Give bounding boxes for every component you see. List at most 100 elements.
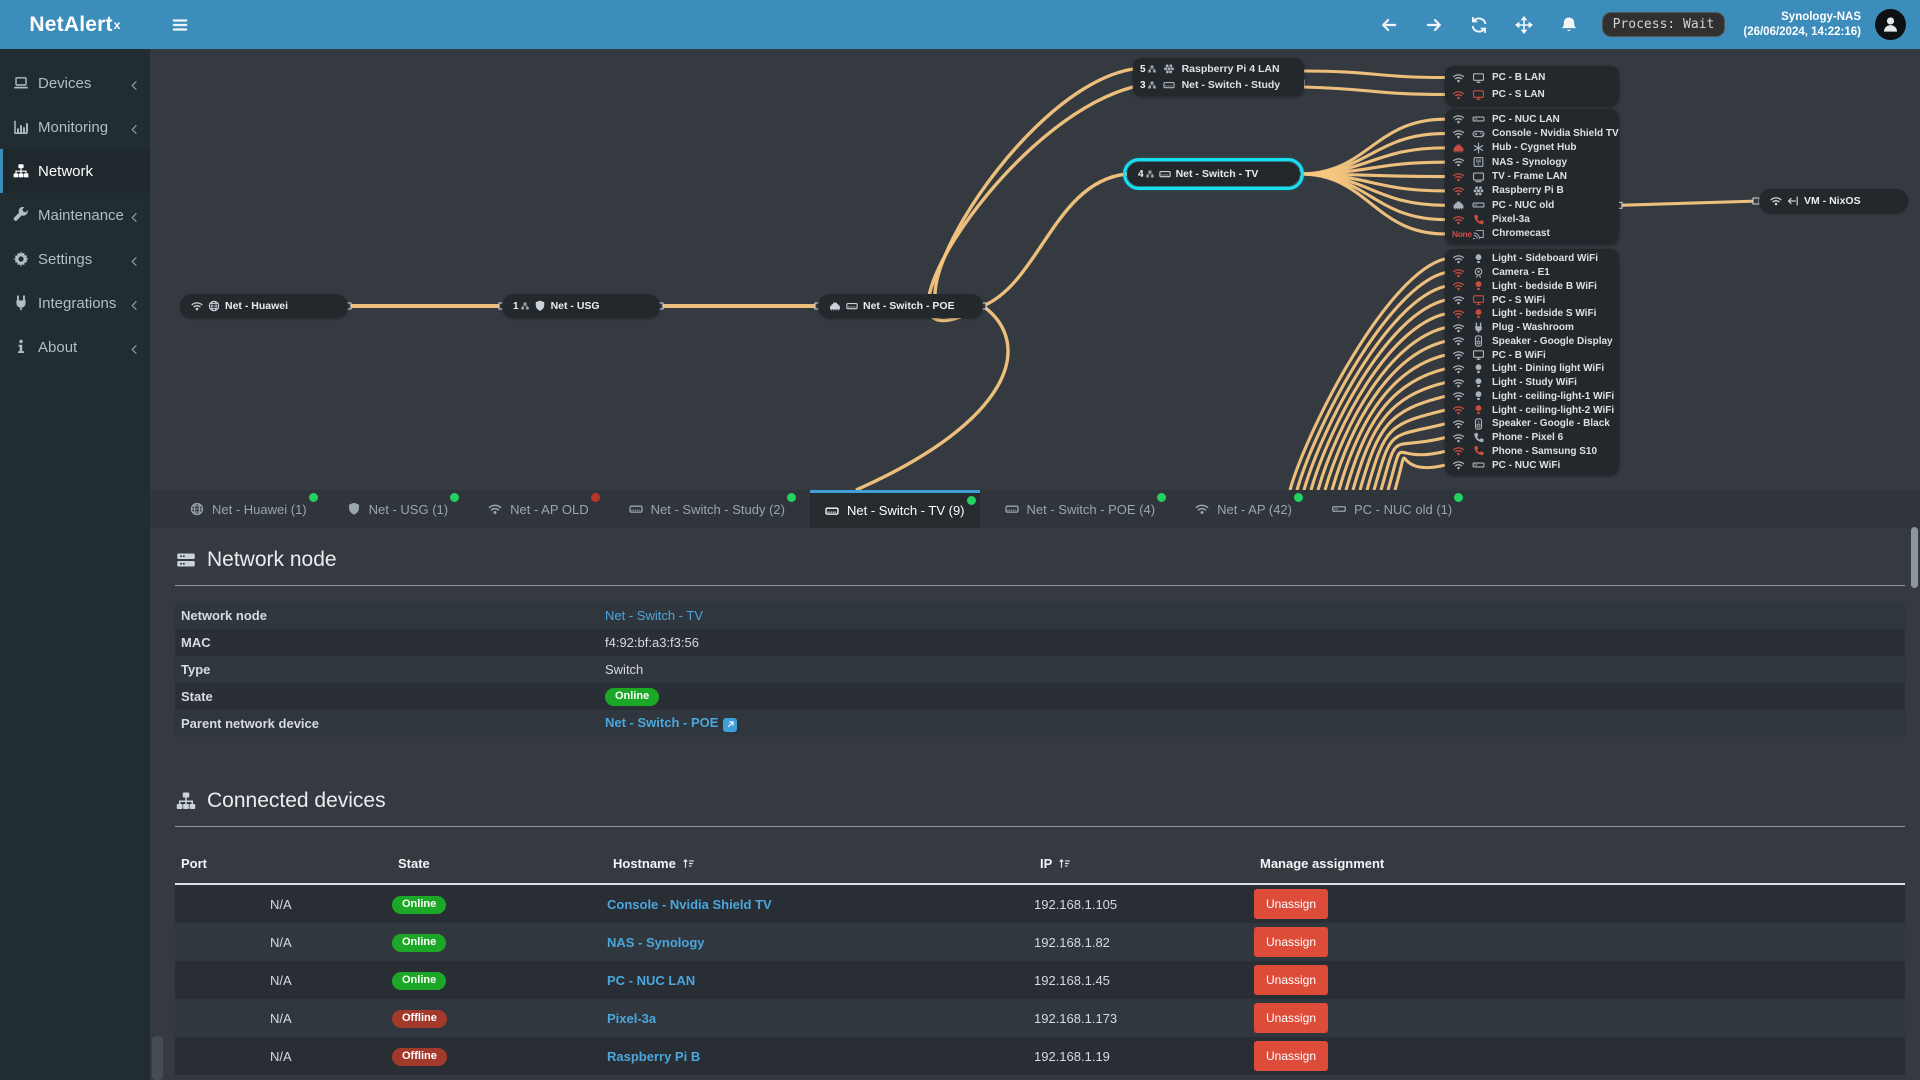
device-row-phone-pixel-6[interactable]: Phone - Pixel 6: [1452, 431, 1612, 445]
device-row-raspberry-pi-b[interactable]: Raspberry Pi B: [1452, 184, 1612, 198]
sidebar-item-maintenance[interactable]: Maintenance: [0, 193, 150, 237]
device-row-pc-nuc-wifi[interactable]: PC - NUC WiFi: [1452, 458, 1612, 472]
sidebar-toggle-button[interactable]: [160, 0, 200, 49]
device-row-chromecast[interactable]: None Chromecast: [1452, 227, 1612, 241]
minipc-icon: [1472, 199, 1485, 211]
forward-arrow-icon[interactable]: [1425, 16, 1443, 34]
device-row-light-study-wifi[interactable]: Light - Study WiFi: [1452, 376, 1612, 390]
device-row-pc-b-lan[interactable]: PC - B LAN: [1452, 69, 1612, 86]
device-row-light-bedside-s-wifi[interactable]: Light - bedside S WiFi: [1452, 307, 1612, 321]
wifi-icon: [1452, 253, 1465, 265]
device-row-pc-s-wifi[interactable]: PC - S WiFi: [1452, 293, 1612, 307]
ip-cell: 192.168.1.105: [1034, 896, 1118, 912]
unassign-button[interactable]: Unassign: [1254, 965, 1329, 995]
tab-net-ap-42-[interactable]: Net - AP (42): [1180, 490, 1307, 528]
refresh-icon[interactable]: [1470, 16, 1488, 34]
sidebar-item-integrations[interactable]: Integrations: [0, 281, 150, 325]
unassign-button[interactable]: Unassign: [1254, 927, 1329, 957]
topology-node-raspberry-pi-4-lan[interactable]: 5 Raspberry Pi 4 LAN: [1140, 61, 1297, 77]
device-row-light-sideboard-wifi[interactable]: Light - Sideboard WiFi: [1452, 252, 1612, 266]
back-arrow-icon[interactable]: [1380, 16, 1398, 34]
device-row-pc-nuc-lan[interactable]: PC - NUC LAN: [1452, 112, 1612, 126]
column-header-ip[interactable]: IP: [1034, 856, 1254, 871]
tab-net-ap-old[interactable]: Net - AP OLD: [473, 490, 604, 528]
app-logo[interactable]: NetAlert x: [0, 0, 150, 49]
device-row-pc-b-wifi[interactable]: PC - B WiFi: [1452, 348, 1612, 362]
topology-node-net-switch-poe[interactable]: Net - Switch - POE: [818, 294, 983, 318]
child-count-badge: 5: [1140, 64, 1156, 75]
unassign-button[interactable]: Unassign: [1254, 889, 1329, 919]
devices-table-header: Port State Hostname IP Manage assignment: [175, 843, 1905, 885]
device-label: Light - bedside B WiFi: [1492, 280, 1597, 292]
device-label: NAS - Synology: [1492, 156, 1568, 168]
top-bar: NetAlert x Process: Wait Synology-NAS (26…: [0, 0, 1920, 49]
device-row-phone-samsung-s10[interactable]: Phone - Samsung S10: [1452, 445, 1612, 459]
bell-icon[interactable]: [1560, 16, 1578, 34]
device-row-speaker-google-black[interactable]: Speaker - Google - Black: [1452, 417, 1612, 431]
chevron-left-icon: [129, 254, 140, 266]
bulb-icon: [1472, 377, 1485, 389]
port-cell: N/A: [270, 1048, 292, 1064]
tab-net-switch-study-2-[interactable]: Net - Switch - Study (2): [614, 490, 800, 528]
topology-node-net-usg[interactable]: 1 Net - USG: [502, 294, 660, 318]
device-row-nas-synology[interactable]: NAS - Synology: [1452, 155, 1612, 169]
column-label: Port: [181, 855, 207, 871]
status-dot-green: [966, 496, 976, 505]
sidebar-item-label: Monitoring: [38, 118, 109, 136]
wifi-icon: [1452, 418, 1465, 430]
hostname-link[interactable]: Console - Nvidia Shield TV: [607, 897, 772, 912]
sidebar-item-settings[interactable]: Settings: [0, 237, 150, 281]
topology-node-net-huawei[interactable]: Net - Huawei: [180, 294, 348, 318]
hostname-link[interactable]: PC - NUC LAN: [607, 973, 695, 988]
sort-icon[interactable]: [1058, 857, 1071, 870]
device-row-hub-cygnet-hub[interactable]: Hub - Cygnet Hub: [1452, 141, 1612, 155]
detail-link[interactable]: Net - Switch - TV: [605, 608, 703, 623]
topology-node-net-switch-study[interactable]: 3 Net - Switch - Study: [1140, 77, 1297, 93]
monitor-icon: [1472, 349, 1485, 361]
device-row-light-ceiling-light-2-wifi[interactable]: Light - ceiling-light-2 WiFi: [1452, 403, 1615, 417]
tab-net-usg-1-[interactable]: Net - USG (1): [332, 490, 463, 528]
device-row-pixel-3a[interactable]: Pixel-3a: [1452, 212, 1612, 226]
device-label: PC - S WiFi: [1492, 294, 1546, 306]
external-link-icon[interactable]: [723, 717, 738, 732]
sidebar-item-devices[interactable]: Devices: [0, 61, 150, 105]
device-row-speaker-google-display[interactable]: Speaker - Google Display: [1452, 335, 1613, 349]
device-row-light-ceiling-light-1-wifi[interactable]: Light - ceiling-light-1 WiFi: [1452, 390, 1614, 404]
device-row-pc-nuc-old[interactable]: PC - NUC old: [1452, 198, 1612, 212]
hostname-link[interactable]: NAS - Synology: [607, 935, 705, 950]
detail-link[interactable]: Net - Switch - POE: [605, 715, 718, 730]
hostname-link[interactable]: Raspberry Pi B: [607, 1049, 700, 1064]
device-row-pc-s-lan[interactable]: PC - S LAN: [1452, 86, 1612, 103]
device-row-console-nvidia-shield-tv[interactable]: Console - Nvidia Shield TV: [1452, 126, 1619, 140]
device-row-light-bedside-b-wifi[interactable]: Light - bedside B WiFi: [1452, 280, 1612, 294]
sidebar-item-about[interactable]: About: [0, 325, 150, 369]
tab-net-huawei-1-[interactable]: Net - Huawei (1): [175, 490, 322, 528]
wifi-icon: [191, 300, 203, 312]
move-icon[interactable]: [1514, 15, 1533, 34]
unassign-button[interactable]: Unassign: [1254, 1041, 1329, 1071]
tab-net-switch-poe-4-[interactable]: Net - Switch - POE (4): [990, 490, 1171, 528]
device-row-light-dining-light-wifi[interactable]: Light - Dining light WiFi: [1452, 362, 1612, 376]
sort-icon[interactable]: [682, 857, 695, 870]
device-row-tv-frame-lan[interactable]: TV - Frame LAN: [1452, 169, 1612, 183]
unassign-button[interactable]: Unassign: [1254, 1003, 1329, 1033]
node-label: Net - Switch - Study: [1181, 79, 1281, 91]
hostname-link[interactable]: Pixel-3a: [607, 1011, 656, 1026]
wifi-icon: [488, 502, 502, 516]
device-row-plug-washroom[interactable]: Plug - Washroom: [1452, 321, 1612, 335]
state-badge: Offline: [392, 1047, 447, 1066]
content-scrollbar-thumb[interactable]: [152, 1036, 163, 1080]
detail-label: MAC: [181, 635, 211, 650]
topology-node-net-switch-tv[interactable]: 4 Net - Switch - TV: [1123, 158, 1304, 190]
device-label: Light - Sideboard WiFi: [1492, 253, 1599, 265]
sidebar-item-network[interactable]: Network: [0, 149, 150, 193]
device-label: Light - ceiling-light-2 WiFi: [1492, 404, 1615, 416]
sidebar-item-monitoring[interactable]: Monitoring: [0, 105, 150, 149]
device-row-camera-e1[interactable]: Camera - E1: [1452, 266, 1612, 280]
column-header-hostname[interactable]: Hostname: [607, 856, 1034, 871]
topology-node-vm-nixos[interactable]: VM - NixOS: [1759, 189, 1908, 213]
page-scrollbar-thumb[interactable]: [1911, 527, 1918, 588]
user-avatar[interactable]: [1875, 9, 1906, 40]
tab-pc-nuc-old-1-[interactable]: PC - NUC old (1): [1317, 490, 1467, 528]
tab-net-switch-tv-9-[interactable]: Net - Switch - TV (9): [810, 490, 980, 528]
